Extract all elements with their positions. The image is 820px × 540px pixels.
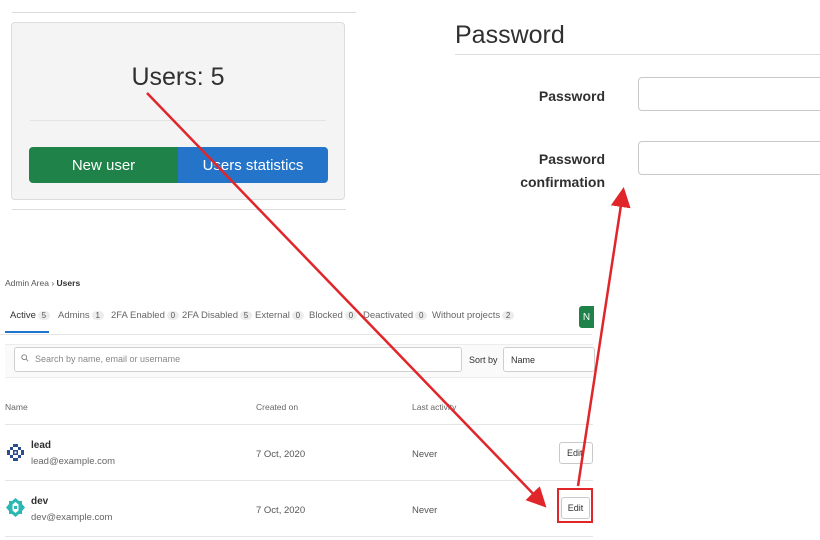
search-placeholder: Search by name, email or username xyxy=(35,354,181,364)
identicon-avatar-icon xyxy=(6,498,25,517)
new-user-button-clipped[interactable]: N xyxy=(579,306,594,328)
tab-label: Blocked xyxy=(309,310,343,321)
user-name-link[interactable]: lead xyxy=(31,440,51,451)
sort-by-label: Sort by xyxy=(469,355,498,365)
search-input[interactable]: Search by name, email or username xyxy=(14,347,462,372)
tab-blocked[interactable]: Blocked 0 xyxy=(309,310,357,321)
password-section-rule xyxy=(455,54,820,55)
password-section-title: Password xyxy=(455,21,565,49)
tab-count-badge: 5 xyxy=(37,311,50,320)
tab-external[interactable]: External 0 xyxy=(255,310,304,321)
sort-dropdown[interactable]: Name xyxy=(503,347,595,372)
row-divider xyxy=(5,424,593,425)
edit-user-button[interactable]: Edit xyxy=(559,442,593,464)
card-divider xyxy=(30,120,326,121)
created-on-cell: 7 Oct, 2020 xyxy=(256,505,306,516)
last-activity-cell: Never xyxy=(412,449,438,460)
bottom-divider xyxy=(12,209,346,210)
tab-2fa-disabled[interactable]: 2FA Disabled 5 xyxy=(182,310,252,321)
tab-count-badge: 5 xyxy=(239,311,252,320)
tab-admins[interactable]: Admins 1 xyxy=(58,310,104,321)
active-tab-indicator xyxy=(5,331,49,333)
tab-count-badge: 0 xyxy=(344,311,357,320)
breadcrumb: Admin Area › Users xyxy=(5,278,80,288)
tab-label: 2FA Disabled xyxy=(182,310,238,321)
user-filter-tabs: Active 5 Admins 1 2FA Enabled 0 2FA Disable… xyxy=(0,300,592,335)
tab-label: 2FA Enabled xyxy=(111,310,165,321)
tab-count-badge: 0 xyxy=(166,311,179,320)
column-header-name: Name xyxy=(5,402,28,412)
users-summary-card: Users: 5 New user Users statistics xyxy=(11,22,345,200)
annotation-highlight-box xyxy=(557,488,593,523)
tab-deactivated[interactable]: Deactivated 0 xyxy=(363,310,428,321)
tab-active[interactable]: Active 5 xyxy=(10,310,50,321)
breadcrumb-users: Users xyxy=(56,278,81,288)
tab-label: Without projects xyxy=(432,310,501,321)
created-on-cell: 7 Oct, 2020 xyxy=(256,449,306,460)
new-user-button[interactable]: New user xyxy=(29,147,178,183)
password-field[interactable] xyxy=(638,77,820,111)
confirm-label-line2: confirmation xyxy=(520,174,605,190)
tab-label: External xyxy=(255,310,290,321)
tab-count-badge: 2 xyxy=(502,311,515,320)
column-header-last-activity: Last activity xyxy=(412,402,457,412)
tab-count-badge: 0 xyxy=(415,311,428,320)
tab-label: Deactivated xyxy=(363,310,414,321)
top-divider xyxy=(12,12,356,13)
search-icon xyxy=(21,354,29,362)
tab-without-projects[interactable]: Without projects 2 xyxy=(432,310,515,321)
users-statistics-button[interactable]: Users statistics xyxy=(178,147,328,183)
sort-selected-value: Name xyxy=(511,355,536,365)
breadcrumb-admin-area[interactable]: Admin Area xyxy=(5,278,49,288)
column-header-created-on: Created on xyxy=(256,402,299,412)
user-name-link[interactable]: dev xyxy=(31,496,48,507)
users-count-title: Users: 5 xyxy=(131,63,225,91)
password-confirmation-label: Password confirmation xyxy=(455,148,605,194)
password-confirmation-field[interactable] xyxy=(638,141,820,175)
user-email: dev@example.com xyxy=(31,512,113,523)
password-label: Password xyxy=(538,88,605,104)
tab-count-badge: 1 xyxy=(91,311,104,320)
user-email: lead@example.com xyxy=(31,456,116,467)
confirm-label-line1: Password xyxy=(538,151,605,167)
tab-label: Admins xyxy=(58,310,90,321)
identicon-avatar-icon xyxy=(7,444,24,461)
row-divider xyxy=(5,536,593,537)
tab-count-badge: 0 xyxy=(291,311,304,320)
tab-2fa-enabled[interactable]: 2FA Enabled 0 xyxy=(111,310,179,321)
tab-label: Active xyxy=(10,310,36,321)
last-activity-cell: Never xyxy=(412,505,438,516)
breadcrumb-separator: › xyxy=(51,278,55,288)
row-divider xyxy=(5,480,593,481)
